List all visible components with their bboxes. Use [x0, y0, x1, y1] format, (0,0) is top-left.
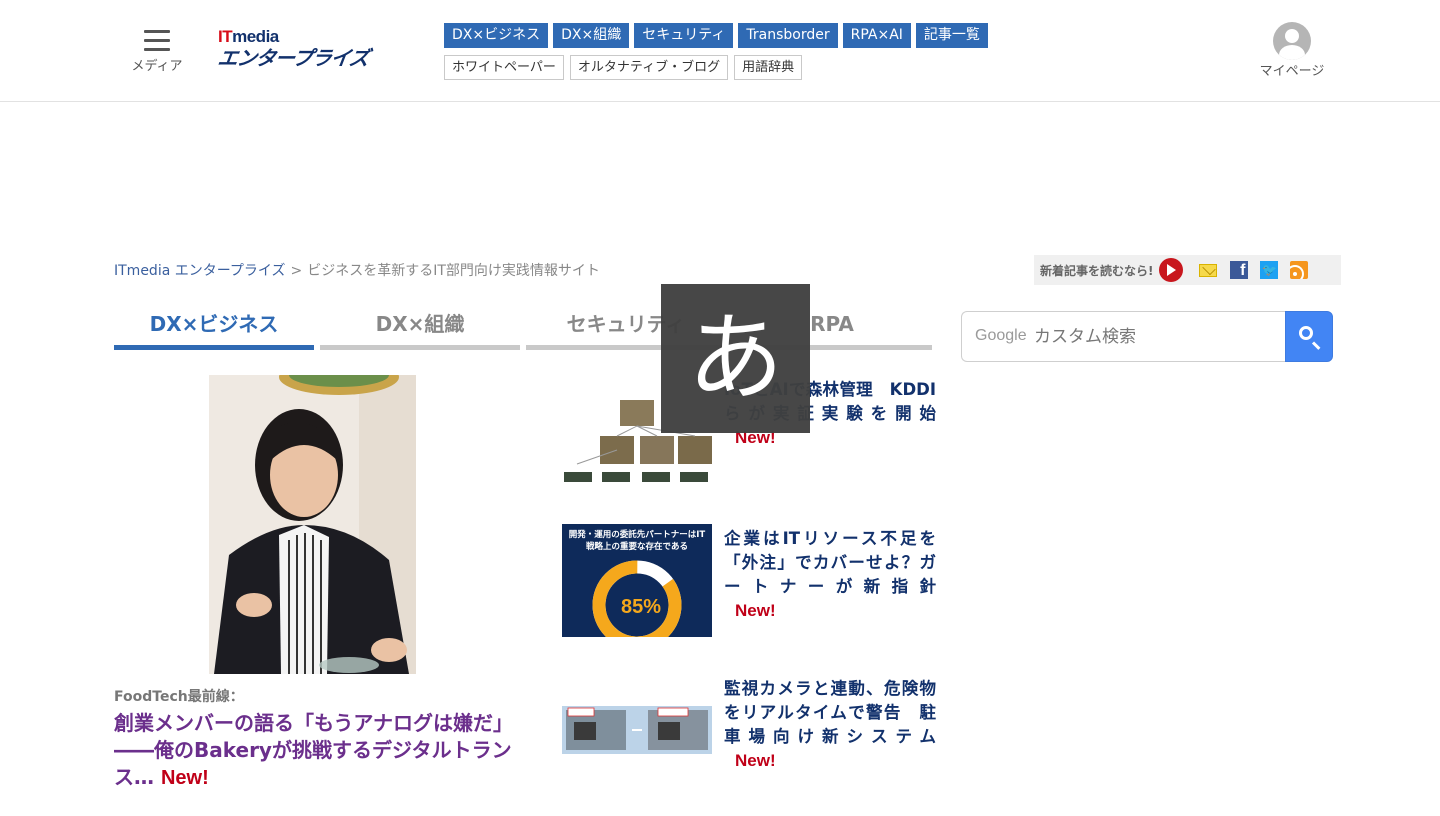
mypage-button[interactable]: マイページ	[1252, 22, 1332, 79]
breadcrumb-home[interactable]: ITmedia エンタープライズ	[114, 263, 285, 279]
nav-alternative-blog[interactable]: オルタナティブ・ブログ	[569, 55, 729, 80]
twitter-icon[interactable]: 🐦	[1260, 261, 1279, 279]
nav-glossary[interactable]: 用語辞典	[734, 55, 803, 80]
hamburger-icon	[144, 30, 170, 51]
side-article-3-title-text: 監視カメラと連動、危険物をリアルタイムで警告 駐車場向け新システム	[724, 679, 936, 746]
new-badge: New!	[735, 601, 776, 620]
nav-transborder[interactable]: Transborder	[738, 23, 838, 48]
side-article-3-title: 監視カメラと連動、危険物をリアルタイムで警告 駐車場向け新システム New!	[724, 677, 936, 773]
primary-nav: DX×ビジネス DX×組織 セキュリティ Transborder RPA×AI …	[444, 23, 988, 48]
main-article-label: FoodTech最前線：	[114, 689, 244, 705]
donut-value: 85%	[621, 596, 661, 618]
side-article-2-thumb-line1: 開発・運用の委託先パートナーはIT	[569, 529, 706, 540]
nav-rpa-ai[interactable]: RPA×AI	[842, 23, 911, 48]
ime-mode-indicator: あ	[661, 284, 810, 433]
new-badge: New!	[735, 751, 776, 770]
side-article-2-thumb-line2: 戦略上の重要な存在である	[586, 541, 688, 552]
rss-icon[interactable]	[1290, 261, 1309, 279]
new-badge: New!	[160, 767, 209, 789]
side-article-2-title: 企業はITリソース不足を「外注」でカバーせよ？ガートナーが新指針 New!	[724, 527, 936, 637]
site-logo[interactable]: ITmedia エンタープライズ	[216, 27, 408, 74]
side-article-3-thumb	[562, 706, 712, 754]
nav-security[interactable]: セキュリティ	[634, 23, 734, 48]
side-article-2-title-text: 企業はITリソース不足を「外注」でカバーせよ？ガートナーが新指針	[724, 529, 936, 596]
side-article-3[interactable]: 監視カメラと連動、危険物をリアルタイムで警告 駐車場向け新システム New!	[562, 677, 942, 773]
tab-dx-organization[interactable]: DX×組織	[320, 306, 520, 350]
site-header: メディア ITmedia エンタープライズ DX×ビジネス DX×組織 セキュリ…	[0, 0, 1440, 102]
side-article-2-thumb: 開発・運用の委託先パートナーはIT 戦略上の重要な存在である 85%	[562, 524, 712, 637]
custom-search: Google	[961, 311, 1333, 362]
breadcrumb: ITmedia エンタープライズ > ビジネスを革新するIT部門向け実践情報サイト	[114, 260, 600, 280]
new-articles-label: 新着記事を読むなら!	[1040, 263, 1154, 278]
secondary-nav: ホワイトペーパー オルタナティブ・ブログ 用語辞典	[444, 55, 803, 80]
nav-whitepaper[interactable]: ホワイトペーパー	[444, 55, 564, 80]
media-menu-button[interactable]: メディア	[128, 26, 186, 78]
media-menu-label: メディア	[131, 59, 183, 74]
nav-article-list[interactable]: 記事一覧	[915, 23, 988, 48]
nav-dx-organization[interactable]: DX×組織	[553, 23, 630, 48]
new-articles-bar: 新着記事を読むなら! f 🐦	[1034, 255, 1341, 285]
main-article-title[interactable]: 創業メンバーの語る「もうアナログは嫌だ」――俺のBakeryが挑戦するデジタルト…	[114, 710, 524, 792]
main-article-photo[interactable]	[209, 375, 416, 674]
mypage-label: マイページ	[1259, 64, 1325, 79]
tab-dx-business[interactable]: DX×ビジネス	[114, 306, 314, 350]
logo-enterprise: エンタープライズ	[216, 46, 370, 70]
breadcrumb-separator: >	[290, 263, 303, 279]
nav-dx-business[interactable]: DX×ビジネス	[444, 23, 549, 48]
avatar-icon	[1273, 22, 1311, 60]
breadcrumb-current: ビジネスを革新するIT部門向け実践情報サイト	[307, 263, 600, 279]
facebook-icon[interactable]: f	[1230, 261, 1249, 279]
logo-it: IT	[218, 27, 233, 46]
side-article-2[interactable]: 開発・運用の委託先パートナーはIT 戦略上の重要な存在である 85% 企業はIT…	[562, 524, 942, 637]
play-icon[interactable]	[1159, 258, 1184, 282]
mail-icon[interactable]	[1199, 263, 1218, 277]
logo-media: media	[232, 27, 279, 46]
search-button[interactable]	[1285, 311, 1333, 362]
search-input[interactable]	[961, 311, 1285, 362]
search-icon	[1299, 326, 1313, 340]
